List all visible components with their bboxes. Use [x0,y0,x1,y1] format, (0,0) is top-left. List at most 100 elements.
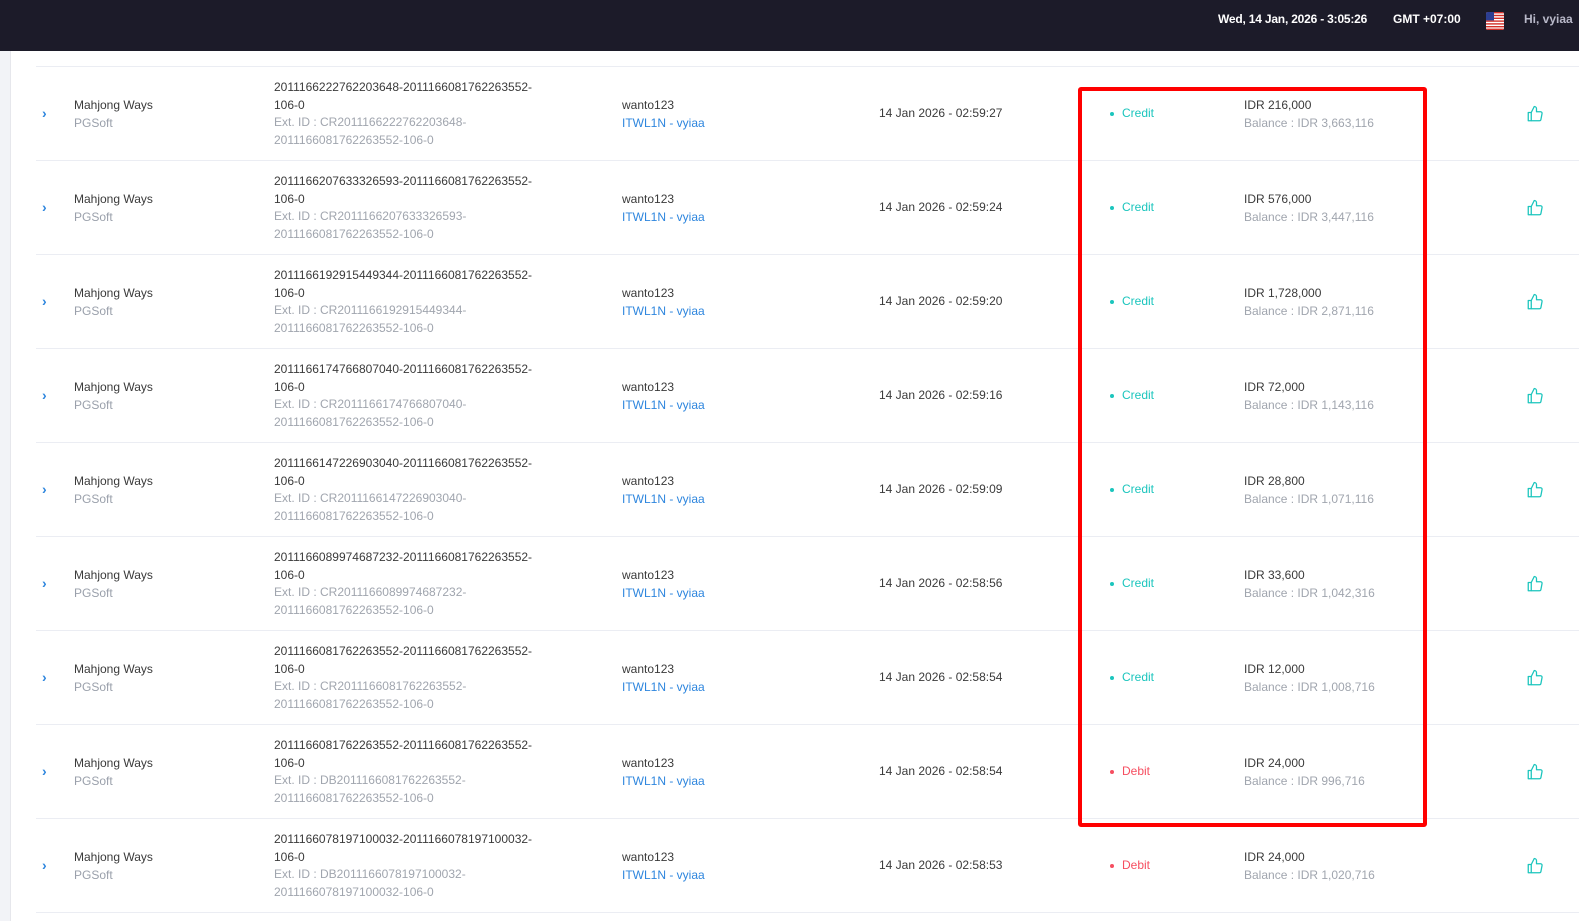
transaction-type: Credit [1110,67,1154,160]
game-provider: PGSoft [74,115,113,130]
transaction-id-suffix: 106-0 [274,473,305,488]
amount: IDR 576,000 [1244,192,1312,206]
status-dot-icon [1110,111,1114,116]
agent-link[interactable]: ITWL1N - vyiaa [622,867,705,885]
transaction-id: 2011166081762263552-2011166081762263552- [274,738,533,752]
amount-cell: IDR 12,000 Balance : IDR 1,008,716 [1244,661,1375,696]
user-cell: wanto123 ITWL1N - vyiaa [622,379,705,414]
external-id: Ext. ID : CR2011166089974687232- [274,585,467,599]
game-name: Mahjong Ways [74,474,153,488]
transaction-type: Credit [1110,255,1154,348]
transaction-id-suffix: 106-0 [274,849,305,864]
game-name: Mahjong Ways [74,662,153,676]
table-row[interactable]: › Mahjong Ways PGSoft 201116619291544934… [36,254,1579,348]
agent-link[interactable]: ITWL1N - vyiaa [622,397,705,415]
thumbs-up-icon[interactable] [1526,67,1544,160]
game-provider: PGSoft [74,303,113,318]
expand-chevron-icon[interactable]: › [42,67,47,160]
user-greeting[interactable]: Hi, vyiaa [1524,12,1573,26]
table-row[interactable]: › Mahjong Ways PGSoft 201116607819710003… [36,818,1579,913]
user-cell: wanto123 ITWL1N - vyiaa [622,849,705,884]
type-label: Credit [1122,293,1155,308]
thumbs-up-icon[interactable] [1526,349,1544,442]
agent-link[interactable]: ITWL1N - vyiaa [622,679,705,697]
username: wanto123 [622,98,675,112]
game-cell: Mahjong Ways PGSoft [74,473,153,508]
game-provider: PGSoft [74,585,113,600]
current-datetime: Wed, 14 Jan, 2026 - 3:05:26 [1218,12,1368,26]
amount-cell: IDR 72,000 Balance : IDR 1,143,116 [1244,379,1374,414]
table-row[interactable]: › Mahjong Ways PGSoft 201116608176226355… [36,724,1579,818]
game-provider: PGSoft [74,397,113,412]
thumbs-up-icon[interactable] [1526,631,1544,724]
expand-chevron-icon[interactable]: › [42,255,47,348]
transaction-id-cell: 2011166174766807040-2011166081762263552-… [274,361,544,431]
game-cell: Mahjong Ways PGSoft [74,285,153,320]
external-id: Ext. ID : DB2011166081762263552- [274,773,466,787]
table-row[interactable]: › Mahjong Ways PGSoft 201116617476680704… [36,348,1579,442]
balance: Balance : IDR 996,716 [1244,773,1365,788]
transaction-type: Credit [1110,161,1154,254]
thumbs-up-icon[interactable] [1526,819,1544,912]
agent-link[interactable]: ITWL1N - vyiaa [622,303,705,321]
table-row[interactable]: › Mahjong Ways PGSoft 201116608997468723… [36,536,1579,630]
status-dot-icon [1110,299,1114,304]
game-name: Mahjong Ways [74,850,153,864]
status-dot-icon [1110,769,1114,774]
username: wanto123 [622,474,675,488]
external-id-suffix: 2011166081762263552-106-0 [274,132,434,147]
thumbs-up-icon[interactable] [1526,537,1544,630]
thumbs-up-icon[interactable] [1526,255,1544,348]
user-cell: wanto123 ITWL1N - vyiaa [622,567,705,602]
expand-chevron-icon[interactable]: › [42,161,47,254]
balance: Balance : IDR 2,871,116 [1244,303,1374,318]
agent-link[interactable]: ITWL1N - vyiaa [622,585,705,603]
transaction-id: 2011166207633326593-2011166081762263552- [274,174,533,188]
transaction-id: 2011166147226903040-2011166081762263552- [274,456,533,470]
external-id: Ext. ID : CR2011166207633326593- [274,209,467,223]
table-row[interactable]: › Mahjong Ways PGSoft 201116620763332659… [36,160,1579,254]
transaction-id: 2011166078197100032-2011166078197100032- [274,832,533,846]
external-id: Ext. ID : CR2011166081762263552- [274,679,467,693]
external-id: Ext. ID : CR2011166174766807040- [274,397,467,411]
game-cell: Mahjong Ways PGSoft [74,661,153,696]
amount: IDR 72,000 [1244,380,1305,394]
type-label: Credit [1122,481,1155,496]
thumbs-up-icon[interactable] [1526,161,1544,254]
thumbs-up-icon[interactable] [1526,725,1544,818]
type-label: Credit [1122,575,1155,590]
status-dot-icon [1110,205,1114,210]
table-row[interactable]: › Mahjong Ways PGSoft 201116614722690304… [36,442,1579,536]
table-row[interactable]: › Mahjong Ways PGSoft 201116622276220364… [36,66,1579,160]
expand-chevron-icon[interactable]: › [42,349,47,442]
amount-cell: IDR 216,000 Balance : IDR 3,663,116 [1244,97,1374,132]
agent-link[interactable]: ITWL1N - vyiaa [622,773,705,791]
user-cell: wanto123 ITWL1N - vyiaa [622,191,705,226]
status-dot-icon [1110,487,1114,492]
transaction-id: 2011166081762263552-2011166081762263552- [274,644,533,658]
amount-cell: IDR 24,000 Balance : IDR 1,020,716 [1244,849,1375,884]
type-label: Credit [1122,105,1155,120]
type-label: Credit [1122,669,1155,684]
transaction-id-cell: 2011166207633326593-2011166081762263552-… [274,173,544,243]
user-cell: wanto123 ITWL1N - vyiaa [622,755,705,790]
balance: Balance : IDR 3,663,116 [1244,115,1374,130]
transaction-type: Debit [1110,725,1150,818]
transaction-type: Credit [1110,349,1154,442]
expand-chevron-icon[interactable]: › [42,443,47,536]
expand-chevron-icon[interactable]: › [42,631,47,724]
expand-chevron-icon[interactable]: › [42,725,47,818]
username: wanto123 [622,192,675,206]
expand-chevron-icon[interactable]: › [42,537,47,630]
balance: Balance : IDR 1,071,116 [1244,491,1374,506]
agent-link[interactable]: ITWL1N - vyiaa [622,491,705,509]
game-name: Mahjong Ways [74,98,153,112]
timezone-label[interactable]: GMT +07:00 [1393,12,1461,26]
us-flag-icon[interactable] [1486,12,1504,30]
game-name: Mahjong Ways [74,568,153,582]
table-row[interactable]: › Mahjong Ways PGSoft 201116608176226355… [36,630,1579,724]
agent-link[interactable]: ITWL1N - vyiaa [622,209,705,227]
thumbs-up-icon[interactable] [1526,443,1544,536]
agent-link[interactable]: ITWL1N - vyiaa [622,115,705,133]
expand-chevron-icon[interactable]: › [42,819,47,912]
